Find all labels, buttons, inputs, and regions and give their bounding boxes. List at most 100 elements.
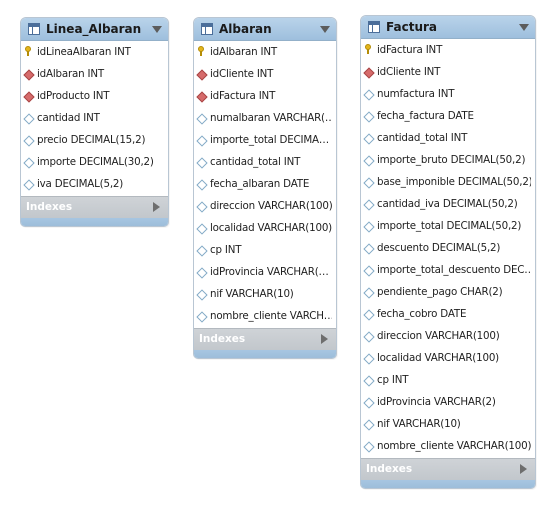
column-row[interactable]: nombre_cliente VARCH…: [194, 306, 336, 328]
table-icon: [28, 23, 40, 35]
column-diamond-icon: [363, 331, 375, 343]
column-name: cantidad_total INT: [377, 132, 468, 144]
column-diamond-icon: [196, 311, 208, 323]
column-row[interactable]: localidad VARCHAR(100): [194, 218, 336, 240]
column-row[interactable]: numalbaran VARCHAR(…: [194, 108, 336, 130]
indexes-section[interactable]: Indexes: [21, 196, 168, 218]
column-row[interactable]: numfactura INT: [361, 84, 535, 106]
column-row[interactable]: idCliente INT: [194, 64, 336, 86]
column-row[interactable]: importe_total_descuento DEC…: [361, 260, 535, 282]
column-diamond-icon: [363, 441, 375, 453]
column-row[interactable]: idCliente INT: [361, 62, 535, 84]
column-diamond-icon: [363, 243, 375, 255]
column-name: idProducto INT: [37, 90, 110, 102]
column-diamond-icon: [363, 133, 375, 145]
table-footer: [194, 350, 336, 358]
column-diamond-icon: [196, 289, 208, 301]
column-row[interactable]: idFactura INT: [194, 86, 336, 108]
column-name: idLineaAlbaran INT: [37, 46, 131, 58]
column-name: pendiente_pago CHAR(2): [377, 286, 503, 298]
table-footer: [361, 480, 535, 488]
table-albaran[interactable]: Albaran idAlbaran INT idCliente INT idFact…: [193, 17, 337, 359]
column-row[interactable]: idFactura INT: [361, 40, 535, 62]
column-row[interactable]: importe_total DECIMA…: [194, 130, 336, 152]
column-row[interactable]: importe DECIMAL(30,2): [21, 152, 168, 174]
column-row[interactable]: idProducto INT: [21, 86, 168, 108]
column-row[interactable]: idLineaAlbaran INT: [21, 42, 168, 64]
column-name: cantidad_total INT: [210, 156, 301, 168]
column-row[interactable]: cantidad_total INT: [361, 128, 535, 150]
column-row[interactable]: idAlbaran INT: [194, 42, 336, 64]
primary-key-icon: [25, 46, 31, 56]
column-name: fecha_albaran DATE: [210, 178, 310, 190]
column-row[interactable]: nombre_cliente VARCHAR(100): [361, 436, 535, 458]
column-row[interactable]: importe_bruto DECIMAL(50,2): [361, 150, 535, 172]
column-name: idCliente INT: [210, 68, 274, 80]
chevron-right-icon[interactable]: [321, 334, 328, 344]
column-row[interactable]: direccion VARCHAR(100): [361, 326, 535, 348]
column-row[interactable]: idProvincia VARCHAR(…: [194, 262, 336, 284]
table-title: Albaran: [219, 22, 272, 36]
column-row[interactable]: cp INT: [361, 370, 535, 392]
indexes-label: Indexes: [26, 201, 73, 213]
column-diamond-icon: [196, 113, 208, 125]
column-row[interactable]: localidad VARCHAR(100): [361, 348, 535, 370]
column-row[interactable]: fecha_cobro DATE: [361, 304, 535, 326]
column-name: fecha_cobro DATE: [377, 308, 467, 320]
table-header[interactable]: Linea_Albaran: [21, 18, 168, 41]
column-row[interactable]: idAlbaran INT: [21, 64, 168, 86]
column-row[interactable]: nif VARCHAR(10): [194, 284, 336, 306]
column-name: iva DECIMAL(5,2): [37, 178, 124, 190]
chevron-down-icon[interactable]: [152, 26, 162, 33]
column-row[interactable]: cantidad_total INT: [194, 152, 336, 174]
chevron-down-icon[interactable]: [320, 26, 330, 33]
column-row[interactable]: descuento DECIMAL(5,2): [361, 238, 535, 260]
column-name: idProvincia VARCHAR(…: [210, 266, 329, 278]
column-name: importe_bruto DECIMAL(50,2): [377, 154, 526, 166]
chevron-down-icon[interactable]: [519, 24, 529, 31]
column-name: importe DECIMAL(30,2): [37, 156, 154, 168]
column-name: importe_total DECIMA…: [210, 134, 329, 146]
column-diamond-icon: [23, 157, 35, 169]
table-linea-albaran[interactable]: Linea_Albaran idLineaAlbaran INT idAlbara…: [20, 17, 169, 227]
indexes-section[interactable]: Indexes: [194, 328, 336, 350]
column-name: idFactura INT: [377, 44, 443, 56]
column-row[interactable]: nif VARCHAR(10): [361, 414, 535, 436]
foreign-key-icon: [363, 67, 375, 79]
column-row[interactable]: importe_total DECIMAL(50,2): [361, 216, 535, 238]
foreign-key-icon: [23, 69, 35, 81]
column-diamond-icon: [363, 111, 375, 123]
column-diamond-icon: [196, 223, 208, 235]
table-footer: [21, 218, 168, 226]
column-row[interactable]: cantidad_iva DECIMAL(50,2): [361, 194, 535, 216]
column-row[interactable]: fecha_factura DATE: [361, 106, 535, 128]
table-header[interactable]: Factura: [361, 16, 535, 39]
column-name: cantidad_iva DECIMAL(50,2): [377, 198, 518, 210]
table-factura[interactable]: Factura idFactura INT idCliente INT numfac…: [360, 15, 536, 489]
column-name: cantidad INT: [37, 112, 100, 124]
column-row[interactable]: idProvincia VARCHAR(2): [361, 392, 535, 414]
column-row[interactable]: cp INT: [194, 240, 336, 262]
column-row[interactable]: direccion VARCHAR(100): [194, 196, 336, 218]
column-diamond-icon: [196, 245, 208, 257]
column-name: fecha_factura DATE: [377, 110, 474, 122]
table-icon: [201, 23, 213, 35]
column-name: nif VARCHAR(10): [210, 288, 294, 300]
column-name: idCliente INT: [377, 66, 441, 78]
column-row[interactable]: fecha_albaran DATE: [194, 174, 336, 196]
column-diamond-icon: [23, 179, 35, 191]
column-row[interactable]: pendiente_pago CHAR(2): [361, 282, 535, 304]
column-diamond-icon: [363, 397, 375, 409]
column-diamond-icon: [196, 157, 208, 169]
column-row[interactable]: base_imponible DECIMAL(50,2): [361, 172, 535, 194]
column-row[interactable]: iva DECIMAL(5,2): [21, 174, 168, 196]
chevron-right-icon[interactable]: [153, 202, 160, 212]
table-header[interactable]: Albaran: [194, 18, 336, 41]
column-row[interactable]: precio DECIMAL(15,2): [21, 130, 168, 152]
column-name: localidad VARCHAR(100): [210, 222, 332, 234]
column-row[interactable]: cantidad INT: [21, 108, 168, 130]
chevron-right-icon[interactable]: [520, 464, 527, 474]
column-list: idFactura INT idCliente INT numfactura INT…: [361, 39, 535, 458]
foreign-key-icon: [196, 91, 208, 103]
indexes-section[interactable]: Indexes: [361, 458, 535, 480]
